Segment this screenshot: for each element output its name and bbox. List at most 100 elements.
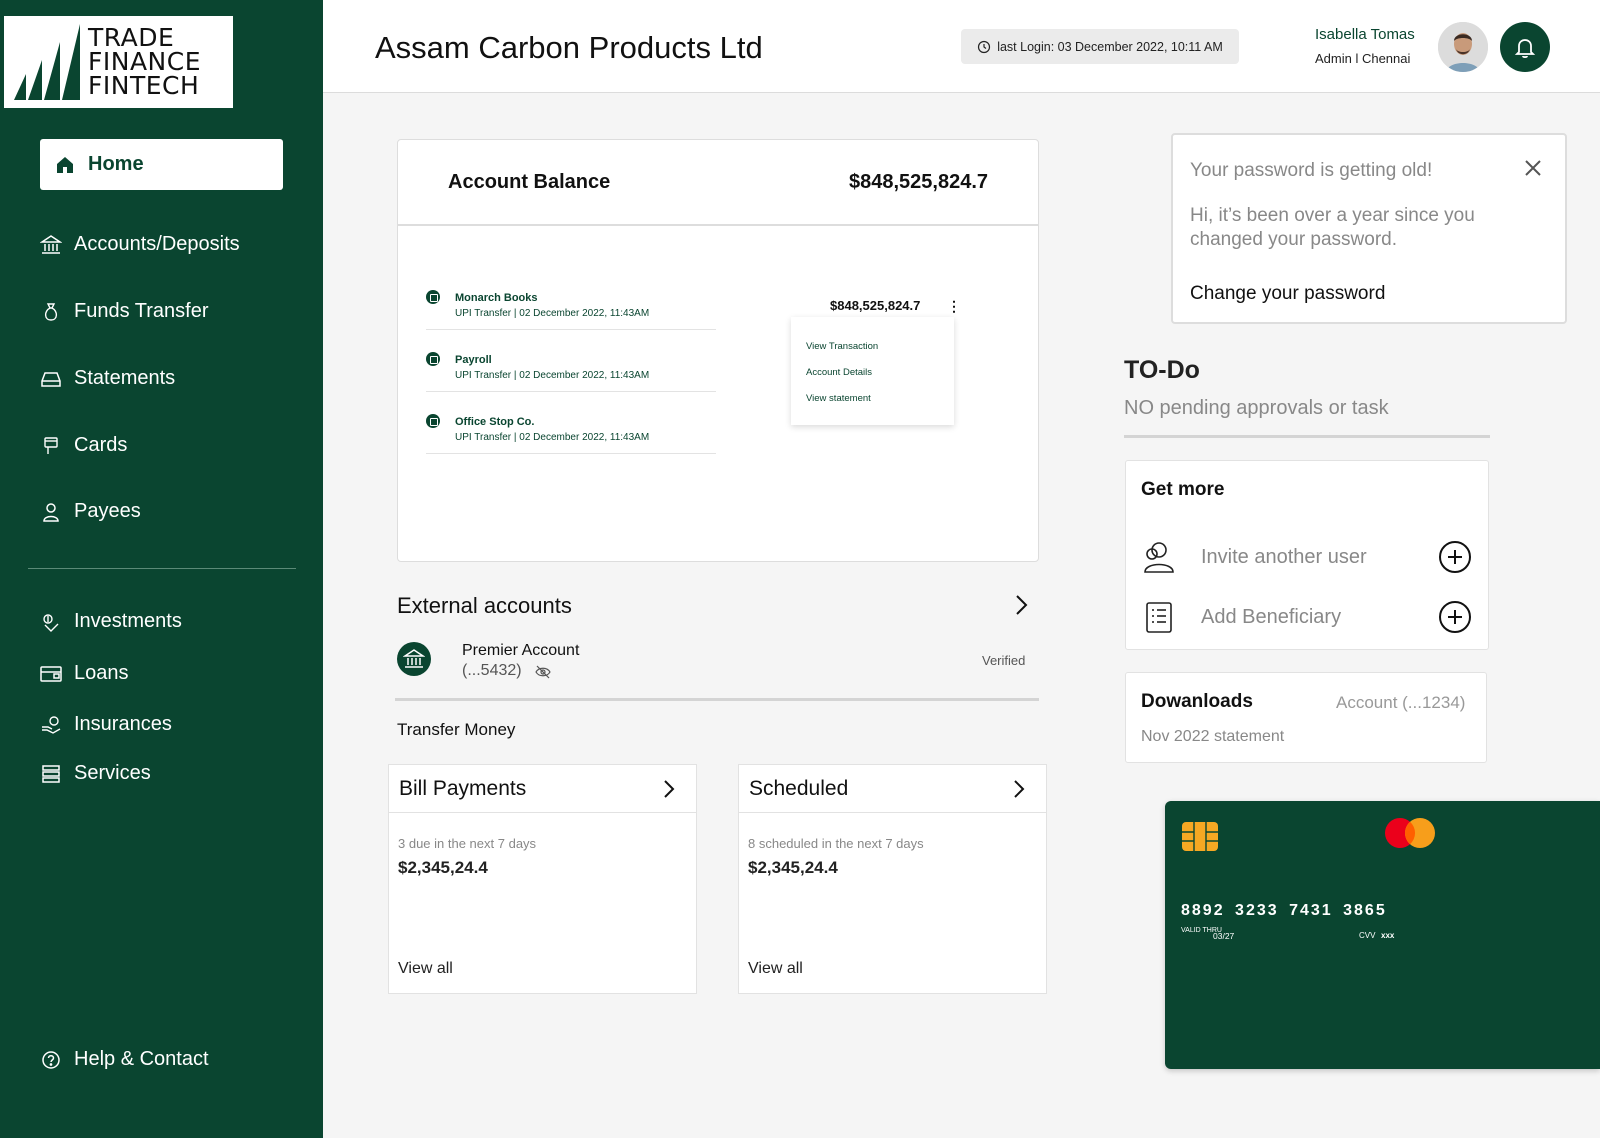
transaction-amount: $848,525,824.7 — [830, 298, 921, 313]
account-balance-card: Account Balance $848,525,824.7 Monarch B… — [397, 139, 1039, 562]
menu-item-view-statement[interactable]: View statement — [806, 393, 871, 404]
services-icon — [40, 763, 62, 785]
invite-user-row[interactable]: Invite another user — [1141, 537, 1473, 577]
sidebar-item-investments[interactable]: Investments — [40, 610, 182, 633]
notification-button[interactable] — [1500, 22, 1550, 72]
card-subtitle: 3 due in the next 7 days — [398, 836, 537, 851]
card-number: 8892 3233 7431 3865 — [1181, 902, 1387, 919]
scheduled-header[interactable]: Scheduled — [739, 765, 1046, 813]
sidebar-item-label: Home — [88, 153, 144, 175]
bank-icon — [397, 642, 431, 676]
bill-payments-card: Bill Payments 3 due in the next 7 days $… — [388, 764, 697, 994]
add-beneficiary-row[interactable]: Add Beneficiary — [1141, 597, 1473, 637]
sidebar-item-label: Cards — [74, 434, 128, 456]
sidebar-item-label: Accounts/Deposits — [74, 233, 240, 255]
menu-item-view-transaction[interactable]: View Transaction — [806, 341, 878, 352]
transaction-menu: View Transaction Account Details View st… — [791, 317, 954, 425]
get-more-card: Get more Invite another user Add Benefic… — [1125, 460, 1489, 650]
add-icon[interactable] — [1438, 600, 1472, 634]
sidebar: TRADE FINANCE FINTECH Home Accounts/Depo… — [0, 0, 323, 1138]
sidebar-item-label: Statements — [74, 367, 176, 389]
bell-icon — [1514, 39, 1536, 59]
chevron-right-icon[interactable] — [1010, 592, 1032, 618]
sidebar-item-label: Help & Contact — [74, 1048, 209, 1070]
transfer-money-title: Transfer Money — [397, 720, 516, 739]
sidebar-item-label: Payees — [74, 500, 141, 522]
insurance-icon — [40, 714, 62, 736]
sidebar-item-insurances[interactable]: Insurances — [40, 713, 172, 736]
external-account-name[interactable]: Premier Account — [462, 642, 579, 660]
sidebar-item-label: Loans — [74, 662, 129, 684]
chevron-right-icon — [1014, 779, 1025, 798]
sidebar-item-accounts[interactable]: Accounts/Deposits — [40, 233, 240, 256]
chip-icon — [1182, 822, 1218, 851]
brand-logo[interactable]: TRADE FINANCE FINTECH — [4, 16, 233, 108]
last-login-text: last Login: 03 December 2022, 10:11 AM — [997, 39, 1223, 54]
avatar[interactable] — [1438, 22, 1488, 72]
bill-payments-header[interactable]: Bill Payments — [389, 765, 696, 813]
transaction-icon — [426, 290, 440, 304]
transaction-name: Office Stop Co. — [455, 416, 535, 428]
transaction-row[interactable]: Monarch Books UPI Transfer | 02 December… — [426, 268, 716, 330]
transaction-detail: UPI Transfer | 02 December 2022, 11:43AM — [455, 370, 650, 381]
todo-subtitle: NO pending approvals or task — [1124, 397, 1389, 419]
get-more-label: Add Beneficiary — [1201, 606, 1342, 628]
view-all-link[interactable]: View all — [748, 960, 803, 978]
transaction-row[interactable]: Payroll UPI Transfer | 02 December 2022,… — [426, 330, 716, 392]
scheduled-card: Scheduled 8 scheduled in the next 7 days… — [738, 764, 1047, 994]
view-all-link[interactable]: View all — [398, 960, 453, 978]
menu-item-account-details[interactable]: Account Details — [806, 367, 872, 378]
avatar-image — [1438, 22, 1488, 72]
eye-off-icon[interactable] — [535, 665, 551, 679]
get-more-title: Get more — [1141, 479, 1225, 500]
add-icon[interactable] — [1438, 540, 1472, 574]
close-icon[interactable] — [1522, 157, 1544, 179]
transaction-icon — [426, 352, 440, 366]
sidebar-item-cards[interactable]: Cards — [40, 434, 127, 457]
transaction-icon — [426, 414, 440, 428]
sidebar-item-label: Insurances — [74, 713, 172, 735]
card-expiry: 03/27 — [1213, 931, 1235, 941]
sidebar-item-label: Funds Transfer — [74, 300, 209, 322]
user-name[interactable]: Isabella Tomas — [1315, 26, 1415, 43]
external-accounts-title: External accounts — [397, 593, 572, 618]
statement-download-link[interactable]: Nov 2022 statement — [1141, 728, 1284, 746]
downloads-card: Dowanloads Account (...1234) Nov 2022 st… — [1125, 672, 1487, 763]
home-icon — [54, 154, 76, 176]
card-title: Bill Payments — [399, 776, 527, 800]
sidebar-item-payees[interactable]: Payees — [40, 500, 141, 523]
logo-mark-icon — [14, 24, 80, 100]
balance-label: Account Balance — [448, 170, 611, 193]
last-login-badge: last Login: 03 December 2022, 10:11 AM — [961, 29, 1239, 64]
invite-user-icon — [1144, 542, 1174, 573]
card-subtitle: 8 scheduled in the next 7 days — [748, 836, 924, 851]
sidebar-item-loans[interactable]: Loans — [40, 662, 129, 685]
sidebar-item-help[interactable]: Help & Contact — [40, 1048, 209, 1071]
sidebar-divider — [28, 568, 296, 569]
password-notice-card: Your password is getting old! Hi, it’s b… — [1171, 133, 1567, 324]
sidebar-item-statements[interactable]: Statements — [40, 367, 175, 390]
change-password-link[interactable]: Change your password — [1190, 283, 1385, 305]
sidebar-item-funds-transfer[interactable]: Funds Transfer — [40, 300, 209, 323]
logo-text: TRADE FINANCE FINTECH — [88, 23, 202, 100]
balance-header: Account Balance $848,525,824.7 — [398, 140, 1038, 226]
company-name: Assam Carbon Products Ltd — [375, 30, 763, 65]
more-options-icon[interactable]: ⋮ — [947, 298, 961, 315]
money-bag-icon — [40, 301, 62, 323]
transaction-row[interactable]: Office Stop Co. UPI Transfer | 02 Decemb… — [426, 392, 716, 454]
investment-icon — [40, 611, 62, 633]
transaction-name: Monarch Books — [455, 292, 538, 304]
help-icon — [40, 1049, 62, 1071]
downloads-account: Account (...1234) — [1336, 693, 1466, 712]
sidebar-item-home[interactable]: Home — [40, 139, 283, 190]
beneficiary-list-icon — [1146, 602, 1172, 633]
sidebar-item-label: Investments — [74, 610, 182, 632]
card-cvv: xxx — [1381, 931, 1395, 940]
card-amount: $2,345,24.4 — [748, 858, 838, 877]
sidebar-item-services[interactable]: Services — [40, 762, 151, 785]
wallet-icon — [40, 663, 62, 685]
verified-status: Verified — [982, 653, 1026, 668]
credit-card[interactable]: 8892 3233 7431 3865 VALID THRU 03/27 CVV… — [1165, 801, 1600, 1069]
card-icon — [40, 435, 62, 457]
transaction-detail: UPI Transfer | 02 December 2022, 11:43AM — [455, 432, 650, 443]
